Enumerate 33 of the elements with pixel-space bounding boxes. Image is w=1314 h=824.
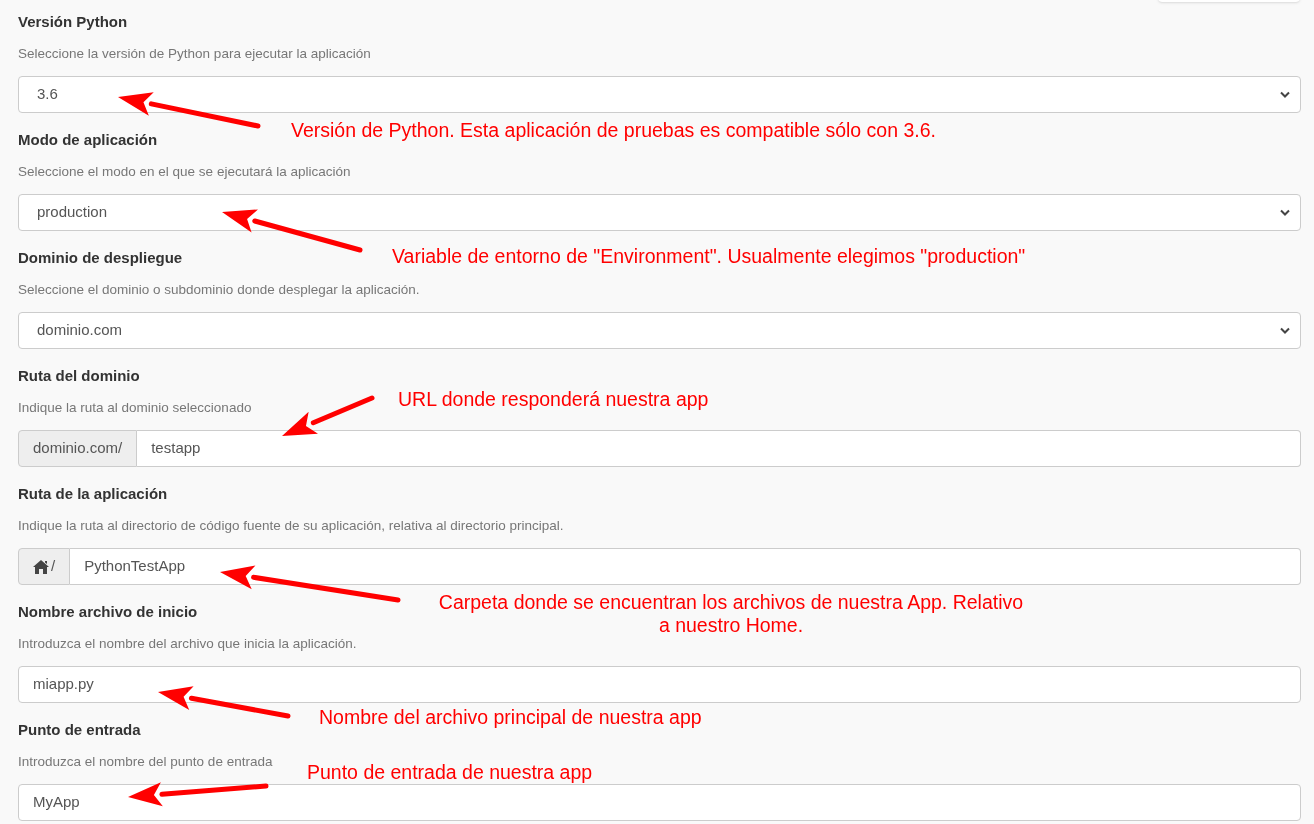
annotation-text: Punto de entrada de nuestra app [307,761,593,784]
field-description: Introduzca el nombre del archivo que inicia la aplicación. [18,635,357,653]
addon-text: dominio.com/ [33,438,123,459]
field-description: Indique la ruta al dominio seleccionado [18,399,252,417]
field-label: Modo de aplicación [18,130,158,150]
field-description: Introduzca el nombre del punto de entrada [18,753,273,771]
home-icon [33,559,49,574]
field-description: Seleccione la versión de Python para ejecutar la aplicación [18,45,371,63]
input-field[interactable]: miapp.py [18,666,1301,703]
field-label: Dominio de despliegue [18,248,183,268]
field-description: Seleccione el modo en el que se ejecutará la aplicación [18,163,351,181]
select-field[interactable]: production [18,194,1301,231]
field-label: Nombre archivo de inicio [18,602,198,622]
chevron-down-icon [1280,327,1290,334]
field-label: Punto de entrada [18,720,141,740]
input-field[interactable]: testapp [137,430,1301,467]
field-label: Ruta de la aplicación [18,484,168,504]
field-description: Indique la ruta al directorio de código fuente de su aplicación, relativa al directorio principal. [18,517,564,535]
annotation-text: Variable de entorno de "Environment". Usualmente elegimos "production" [392,245,1026,268]
field-label: Ruta del dominio [18,366,140,386]
annotation-text: URL donde responderá nuestra app [398,388,709,411]
input-field[interactable]: PythonTestApp [70,548,1301,585]
field-label: Versión Python [18,12,128,32]
select-field[interactable]: dominio.com [18,312,1301,349]
addon-text: / [51,556,56,577]
select-field[interactable]: 3.6 [18,76,1301,113]
field-description: Seleccione el dominio o subdominio donde desplegar la aplicación. [18,281,420,299]
input-field[interactable]: MyApp [18,784,1301,821]
annotation-text: Versión de Python. Esta aplicación de pruebas es compatible sólo con 3.6. [291,119,936,142]
chevron-down-icon [1280,91,1290,98]
chevron-down-icon [1280,209,1290,216]
annotation-text: Nombre del archivo principal de nuestra app [319,706,702,729]
annotation-text: Carpeta donde se encuentran los archivos de nuestra App. Relativo a nuestro Home. [437,591,1025,637]
